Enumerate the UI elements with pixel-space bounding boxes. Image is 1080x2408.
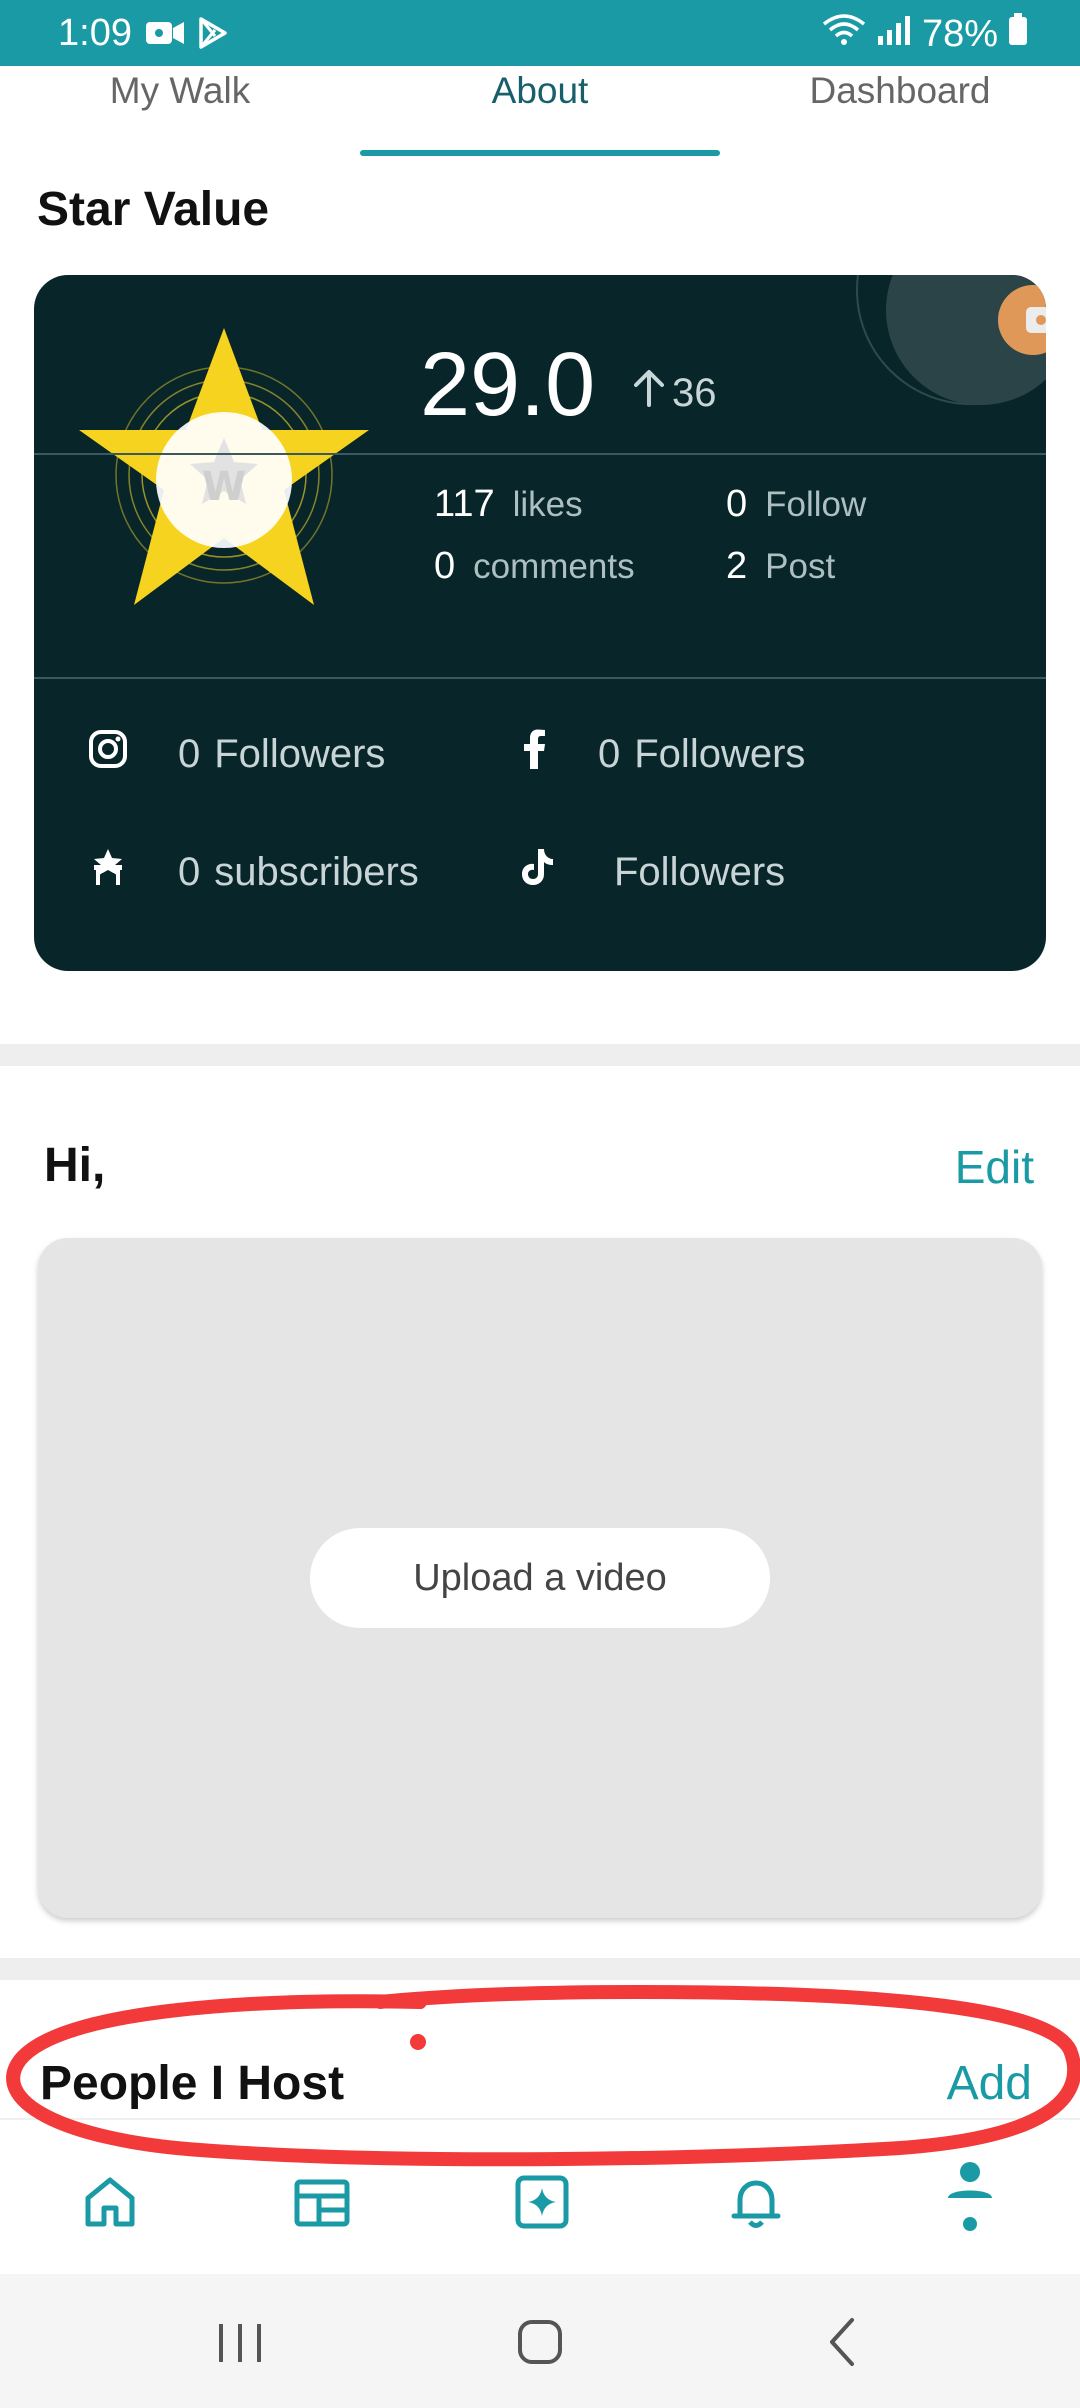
star-value-title: Star Value: [37, 183, 270, 236]
likes-stat: 117 likes: [434, 483, 583, 526]
comments-count: 0: [434, 545, 456, 587]
status-time: 1:09: [58, 12, 132, 54]
post-label: Post: [765, 547, 836, 586]
walkabout-label: subscribers: [214, 849, 419, 894]
section-separator: [0, 1958, 1080, 1980]
battery-icon: [1008, 12, 1028, 56]
edit-button[interactable]: Edit: [955, 1140, 1034, 1194]
walkabout-icon: W: [88, 847, 128, 897]
follow-stat: 0 Follow: [726, 483, 866, 526]
active-tab-indicator: [360, 150, 720, 156]
instagram-count: 0: [178, 731, 201, 776]
star-value-number: 29.0: [420, 335, 596, 435]
instagram-icon: [88, 729, 128, 779]
arrow-up-icon: [632, 369, 666, 417]
walkabout-count: 0: [178, 849, 201, 894]
floating-recorder-icon[interactable]: [998, 285, 1046, 355]
tab-bar: My Walk About Dashboard: [0, 66, 1080, 158]
star-badge: W: [64, 320, 384, 620]
greeting: Hi,: [44, 1139, 106, 1192]
wifi-icon: [822, 12, 866, 56]
back-icon[interactable]: [808, 2312, 878, 2372]
follow-label: Follow: [765, 485, 867, 524]
trend-value: 36: [672, 370, 717, 415]
tiktok-followers: Followers: [520, 847, 785, 897]
follow-count: 0: [726, 483, 748, 525]
add-host-button[interactable]: Add: [947, 2056, 1032, 2111]
sparkle-post-icon[interactable]: [512, 2172, 572, 2232]
likes-label: likes: [512, 485, 583, 524]
profile-icon[interactable]: [940, 2160, 1000, 2231]
card-divider-bottom: [34, 677, 1046, 679]
people-i-host-title: People I Host: [40, 2057, 345, 2110]
card-divider-top: [34, 453, 1046, 455]
video-camera-icon: [145, 18, 185, 53]
post-count: 2: [726, 545, 748, 587]
signal-icon: [876, 13, 912, 56]
battery-percentage: 78%: [921, 12, 998, 55]
comments-label: comments: [473, 547, 635, 586]
play-store-icon: [197, 16, 229, 55]
bottom-nav: [0, 2118, 1080, 2274]
feed-icon[interactable]: [292, 2172, 352, 2232]
bell-icon[interactable]: [726, 2172, 786, 2232]
tiktok-label: Followers: [614, 849, 786, 894]
star-value-trend: 36: [632, 369, 717, 417]
facebook-count: 0: [598, 731, 621, 776]
recent-apps-icon[interactable]: [205, 2312, 275, 2372]
upload-video-button[interactable]: Upload a video: [310, 1528, 770, 1628]
tiktok-icon: [520, 847, 554, 897]
tab-about[interactable]: About: [360, 66, 720, 158]
tab-dashboard[interactable]: Dashboard: [720, 66, 1080, 158]
svg-text:W: W: [202, 464, 246, 510]
comments-stat: 0 comments: [434, 545, 635, 588]
facebook-icon: [522, 729, 546, 779]
status-bar: 1:09 78%: [0, 0, 1080, 66]
instagram-followers: 0 Followers: [88, 729, 385, 779]
home-button-icon[interactable]: [505, 2312, 575, 2372]
svg-text:W: W: [101, 871, 114, 885]
post-stat: 2 Post: [726, 545, 835, 588]
tab-my-walk[interactable]: My Walk: [0, 66, 360, 158]
facebook-followers: 0 Followers: [522, 729, 805, 779]
instagram-label: Followers: [214, 731, 386, 776]
likes-count: 117: [434, 483, 495, 525]
section-separator: [0, 1044, 1080, 1066]
walkabout-subscribers: W 0 subscribers: [88, 847, 419, 897]
facebook-label: Followers: [634, 731, 806, 776]
star-value-card: W 29.0 36 117 likes 0 Follow 0 comments 2 Po…: [34, 275, 1046, 971]
system-nav-bar: [0, 2274, 1080, 2408]
home-icon[interactable]: [80, 2172, 140, 2232]
